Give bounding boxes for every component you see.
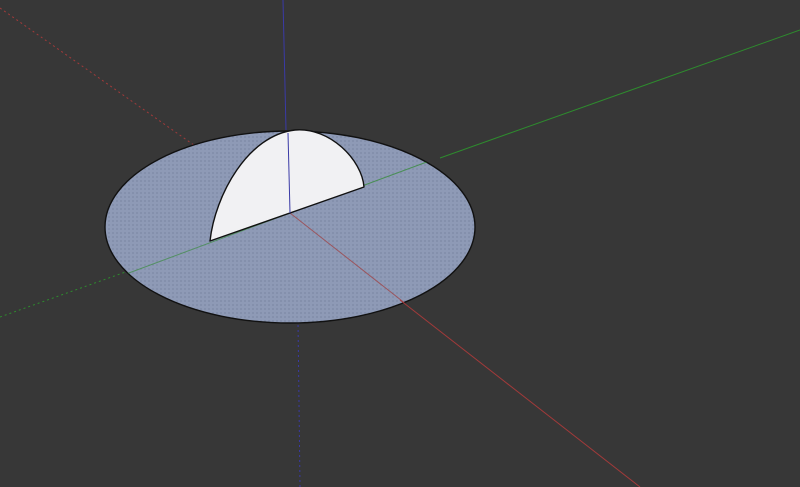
blue-axis-back [297, 319, 301, 487]
green-axis-front [439, 29, 800, 159]
blue-axis-top [282, 0, 287, 131]
3d-viewport[interactable] [0, 0, 800, 487]
model-scene[interactable] [0, 0, 800, 487]
red-axis-front [399, 299, 641, 487]
